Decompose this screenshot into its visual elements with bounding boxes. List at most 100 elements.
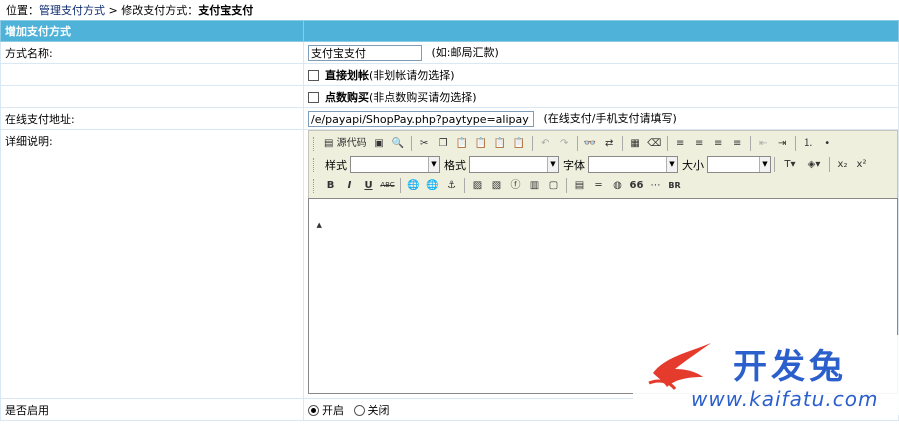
points-cell: 点数购买(非点数购买请勿选择) (303, 85, 899, 108)
toolbar-separator (749, 136, 751, 151)
watermark-url: www.kaifatu.com (691, 387, 879, 411)
url-cell: (在线支付/手机支付请填写) (303, 107, 899, 130)
format-label: 格式 (444, 158, 466, 172)
direct-checkbox[interactable] (308, 70, 319, 81)
copy-icon[interactable]: ❐ (434, 135, 453, 152)
section-header: 增加支付方式 (0, 20, 899, 42)
smiley-icon[interactable]: ◍ (608, 177, 627, 194)
toolbar-separator (774, 157, 775, 172)
points-checkbox[interactable] (308, 92, 319, 103)
section-header-right (303, 20, 899, 42)
link-icon[interactable]: 🌐 (404, 177, 423, 194)
undo-icon[interactable]: ↶ (536, 135, 555, 152)
breadcrumb-link-manage[interactable]: 管理支付方式 (39, 4, 105, 17)
paste-html-icon[interactable]: 📋 (510, 135, 529, 152)
enable-label: 是否启用 (0, 398, 304, 421)
points-label-cell (0, 85, 304, 108)
size-select[interactable]: ▼ (707, 156, 771, 173)
style-select[interactable]: ▼ (350, 156, 440, 173)
style-label: 样式 (325, 158, 347, 172)
ordered-list-icon[interactable]: ⒈ (799, 135, 818, 152)
toolbar-grip (313, 157, 317, 172)
editor-toolbar: ▤ 源代码 ▣ 🔍 ✂ ❐ 📋 📋 📋 📋 ↶ ↷ 👓 ⇄ ▦ ⌫ ≡ ≡ ≡ … (308, 130, 898, 198)
collapse-toolbar-icon[interactable]: ▲ (317, 221, 322, 229)
replace-icon[interactable]: ⇄ (600, 135, 619, 152)
bulleted-list-icon[interactable]: • (818, 135, 837, 152)
url-hint: (在线支付/手机支付请填写) (543, 112, 677, 125)
flash-icon[interactable]: ⓕ (506, 177, 525, 194)
breadcrumb-current-prefix: 修改支付方式： (121, 4, 199, 17)
align-center-icon[interactable]: ≡ (690, 135, 709, 152)
remove-format-icon[interactable]: ⌫ (645, 135, 664, 152)
toolbar-separator (576, 136, 578, 151)
toolbar-separator (531, 136, 533, 151)
paste-word-icon[interactable]: 📋 (491, 135, 510, 152)
direct-label: 直接划帐 (325, 68, 369, 82)
italic-button[interactable]: I (340, 177, 359, 194)
find-icon[interactable]: 👓 (581, 135, 600, 152)
align-left-icon[interactable]: ≡ (671, 135, 690, 152)
toolbar-separator (400, 178, 401, 193)
watermark-brand: 开发兔 (733, 347, 847, 387)
section-title: 增加支付方式 (0, 20, 304, 42)
underline-button[interactable]: U (359, 177, 378, 194)
select-all-icon[interactable]: ▦ (626, 135, 645, 152)
preview-icon[interactable]: ▣ (370, 135, 389, 152)
unlink-icon[interactable]: 🌐 (423, 177, 442, 194)
bold-button[interactable]: B (321, 177, 340, 194)
toolbar-grip (313, 178, 317, 193)
align-right-icon[interactable]: ≡ (709, 135, 728, 152)
source-button[interactable]: ▤ 源代码 (321, 135, 370, 152)
enable-off-radio[interactable] (353, 405, 365, 416)
enable-on-radio[interactable] (308, 405, 319, 416)
paste-icon[interactable]: 📋 (453, 135, 472, 152)
file-icon[interactable]: ▢ (544, 177, 563, 194)
br-button[interactable]: BR (665, 177, 684, 194)
points-hint: (非点数购买请勿选择) (369, 90, 477, 104)
paste-text-icon[interactable]: 📋 (472, 135, 491, 152)
breadcrumb: 位置：管理支付方式 > 修改支付方式：支付宝支付 (6, 3, 253, 19)
toolbar-separator (410, 136, 412, 151)
table-icon[interactable]: ▤ (570, 177, 589, 194)
points-label: 点数购买 (325, 90, 369, 104)
anchor-icon[interactable]: ⚓ (442, 177, 461, 194)
quote-button[interactable]: 66 (627, 177, 646, 194)
breadcrumb-current: 支付宝支付 (198, 4, 254, 17)
outdent-icon[interactable]: ⇤ (754, 135, 773, 152)
subscript-button[interactable]: x₂ (833, 156, 852, 173)
url-input[interactable] (308, 111, 534, 127)
size-label: 大小 (682, 158, 704, 172)
redo-icon[interactable]: ↷ (555, 135, 574, 152)
text-color-icon[interactable]: T▾ (778, 156, 802, 173)
breadcrumb-sep: > (105, 4, 122, 17)
image-icon[interactable]: ▨ (468, 177, 487, 194)
indent-icon[interactable]: ⇥ (773, 135, 792, 152)
toolbar-separator (566, 178, 567, 193)
name-cell: (如:邮局汇款) (303, 41, 899, 64)
superscript-button[interactable]: x² (852, 156, 871, 173)
print-preview-icon[interactable]: 🔍 (389, 135, 408, 152)
font-label: 字体 (563, 158, 585, 172)
font-select[interactable]: ▼ (588, 156, 678, 173)
name-input[interactable] (308, 45, 422, 61)
breadcrumb-prefix: 位置： (6, 4, 39, 17)
page-break-icon[interactable]: ⋯ (646, 177, 665, 194)
chevron-down-icon: ▼ (759, 157, 770, 172)
direct-label-cell (0, 63, 304, 86)
horizontal-rule-icon[interactable]: ═ (589, 177, 608, 194)
enable-on-label: 开启 (322, 403, 344, 417)
align-justify-icon[interactable]: ≡ (728, 135, 747, 152)
multi-image-icon[interactable]: ▧ (487, 177, 506, 194)
format-select[interactable]: ▼ (469, 156, 559, 173)
cut-icon[interactable]: ✂ (415, 135, 434, 152)
toolbar-separator (464, 178, 465, 193)
toolbar-grip (313, 136, 317, 151)
chevron-down-icon: ▼ (666, 157, 677, 172)
media-icon[interactable]: ▥ (525, 177, 544, 194)
toolbar-separator (621, 136, 623, 151)
desc-label: 详细说明: (0, 129, 304, 399)
enable-off-label: 关闭 (367, 403, 390, 417)
toolbar-row-1: ▤ 源代码 ▣ 🔍 ✂ ❐ 📋 📋 📋 📋 ↶ ↷ 👓 ⇄ ▦ ⌫ ≡ ≡ ≡ … (309, 133, 897, 154)
bg-color-icon[interactable]: ◈▾ (802, 156, 826, 173)
strike-button[interactable]: ABC (378, 177, 397, 194)
